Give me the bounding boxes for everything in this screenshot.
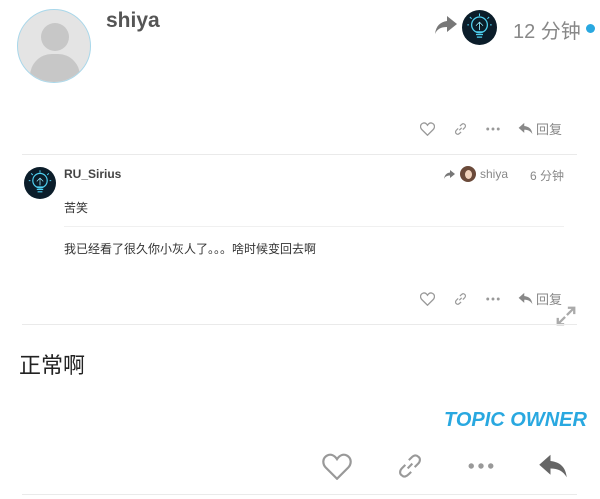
- lightbulb-icon: [28, 170, 52, 193]
- more-options-button[interactable]: [468, 462, 494, 470]
- avatar-head-shape: [41, 23, 69, 51]
- ellipsis-icon: [486, 297, 500, 300]
- reply-label: 回复: [536, 122, 563, 137]
- copy-link-button[interactable]: [453, 292, 468, 306]
- quote-divider: [64, 226, 564, 227]
- reply-button[interactable]: [538, 453, 568, 479]
- post-actions-top: 回复: [420, 119, 562, 138]
- post-timestamp[interactable]: 12 分钟: [513, 15, 581, 44]
- divider: [22, 154, 577, 155]
- lightbulb-icon: [467, 13, 492, 38]
- heart-icon: [420, 121, 435, 136]
- reply-icon: [539, 454, 567, 478]
- link-icon: [454, 122, 467, 135]
- post-username[interactable]: shiya: [106, 9, 160, 33]
- user-avatar[interactable]: [17, 9, 91, 83]
- like-button[interactable]: [420, 121, 435, 136]
- reply-author-username[interactable]: RU_Sirius: [64, 167, 121, 181]
- reply-to-username: shiya: [480, 167, 509, 181]
- avatar-body-shape: [30, 54, 80, 82]
- new-post-indicator: [586, 24, 595, 33]
- reply-icon: [518, 292, 533, 305]
- divider: [22, 494, 577, 495]
- reply-to-indicator[interactable]: shiya: [443, 166, 508, 182]
- copy-link-button[interactable]: [396, 452, 424, 480]
- ellipsis-icon: [486, 127, 500, 130]
- like-button[interactable]: [322, 453, 352, 480]
- heart-icon: [420, 291, 435, 306]
- post-actions-bottom: [322, 452, 568, 480]
- link-icon: [454, 292, 467, 305]
- heart-icon: [322, 453, 352, 480]
- ellipsis-icon: [468, 463, 494, 469]
- reply-button[interactable]: 回复: [518, 119, 562, 138]
- topic-owner-badge: TOPIC OWNER: [444, 409, 587, 431]
- link-icon: [399, 454, 421, 478]
- reply-body-text: 我已经看了很久你小灰人了。。。啥时候变回去啊: [64, 242, 317, 256]
- more-options-button[interactable]: [486, 296, 500, 302]
- post-content: 正常啊: [19, 353, 86, 378]
- reply-timestamp[interactable]: 6 分钟: [530, 167, 564, 184]
- reply-to-avatar-small: [460, 166, 476, 182]
- reply-actions: 回复: [420, 289, 562, 308]
- reply-to-arrow-icon: [435, 16, 457, 34]
- reply-to-avatar[interactable]: [462, 10, 497, 45]
- divider: [22, 324, 577, 325]
- reply-to-arrow-icon: [444, 169, 455, 179]
- reply-quote-text: 苦笑: [64, 201, 89, 215]
- copy-link-button[interactable]: [453, 122, 468, 136]
- reply-icon: [518, 122, 533, 135]
- like-button[interactable]: [420, 291, 435, 306]
- more-options-button[interactable]: [486, 126, 500, 132]
- reply-author-avatar[interactable]: [24, 167, 56, 199]
